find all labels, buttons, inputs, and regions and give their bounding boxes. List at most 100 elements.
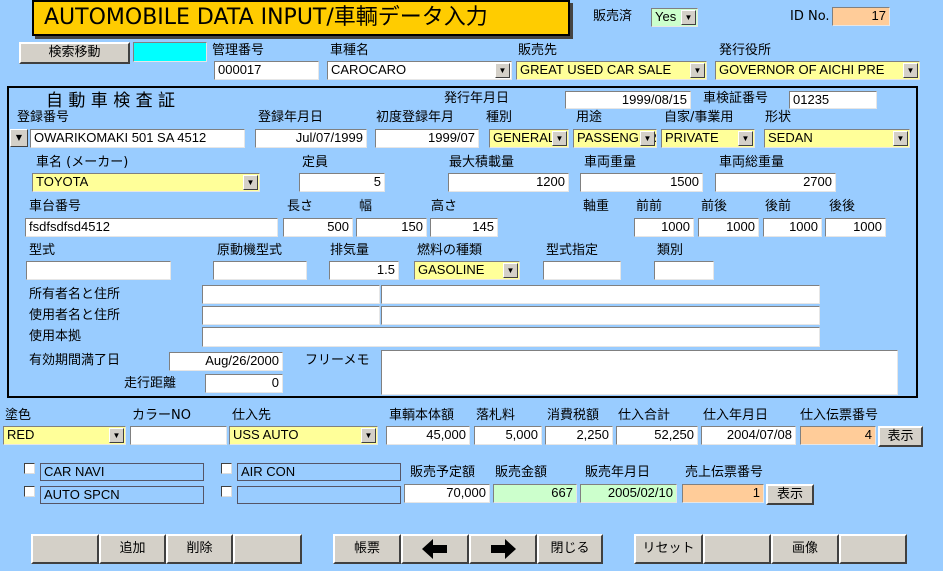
ff-label: 前前 [636,199,663,214]
reg-date-label: 登録年月日 [258,110,324,125]
length-field[interactable]: 500 [283,218,353,237]
category-field[interactable] [654,261,714,280]
kind-select[interactable]: GENERAL ▼ [489,129,569,148]
width-label: 幅 [359,199,373,214]
chevron-down-icon: ▼ [738,131,753,146]
capacity-field[interactable]: 5 [299,173,385,192]
ff-field[interactable]: 1000 [634,218,694,237]
base-field[interactable] [202,327,820,347]
search-input[interactable] [133,42,207,62]
first-reg-field[interactable]: 1999/07 [375,129,479,148]
add-button[interactable]: 追加 [99,534,166,564]
owner-address-field[interactable] [381,285,820,304]
width-field[interactable]: 150 [356,218,427,237]
car-navi-checkbox[interactable] [24,463,35,474]
memo-field[interactable] [381,350,898,395]
previous-button[interactable] [401,534,469,564]
weight-field[interactable]: 1500 [580,173,703,192]
user-name-field[interactable] [202,306,380,325]
memo-label: フリーメモ [305,353,370,368]
fee-field[interactable]: 5,000 [474,426,542,445]
app-title: AUTOMOBILE DATA INPUT/車輌データ入力 [32,0,570,36]
color-select[interactable]: RED ▼ [3,426,126,445]
supplier-label: 仕入先 [232,408,272,423]
height-field[interactable]: 145 [430,218,498,237]
mgmt-field[interactable]: 000017 [214,61,319,80]
body-price-field[interactable]: 45,000 [386,426,470,445]
chevron-down-icon: ▼ [552,131,567,146]
mileage-field[interactable]: 0 [205,374,283,393]
sale-date-field[interactable]: 2005/02/10 [580,484,677,503]
purchase-date-label: 仕入年月日 [703,408,769,423]
auto-spcn-checkbox[interactable] [24,486,35,497]
sale-amount-field[interactable]: 667 [493,484,577,503]
reset-button[interactable]: リセット [634,534,703,564]
sold-select[interactable]: Yes ▼ [651,8,698,27]
option-air-con: AIR CON [237,463,401,481]
chevron-down-icon: ▼ [243,175,258,190]
use-select[interactable]: PASSENGER ▼ [573,129,657,148]
private-select[interactable]: PRIVATE ▼ [661,129,755,148]
fr-field[interactable]: 1000 [698,218,759,237]
reg-dropdown-button[interactable]: ▼ [10,129,28,147]
user-address-field[interactable] [381,306,820,325]
engine-type-field[interactable] [213,261,307,280]
air-con-checkbox[interactable] [221,463,232,474]
first-reg-label: 初度登録年月 [376,110,455,125]
delete-button[interactable]: 削除 [166,534,233,564]
option4-checkbox[interactable] [221,486,232,497]
tax-field[interactable]: 2,250 [545,426,613,445]
shape-label: 形状 [765,110,792,125]
maker-select[interactable]: TOYOTA ▼ [32,173,260,192]
purchase-show-button[interactable]: 表示 [878,426,923,447]
capacity-label: 定員 [302,155,329,170]
reg-no-field[interactable]: OWARIKOMAKI 501 SA 4512 [30,129,245,148]
color-value: RED [7,427,35,442]
sale-show-button[interactable]: 表示 [766,484,814,505]
chevron-down-icon: ▼ [361,428,376,443]
supplier-select[interactable]: USS AUTO ▼ [229,426,378,445]
type-label: 型式 [29,243,56,258]
purchase-date-field[interactable]: 2004/07/08 [701,426,796,445]
sale-amount-label: 販売金額 [495,465,548,480]
reg-date-field[interactable]: Jul/07/1999 [255,129,367,148]
blank-button-2[interactable] [233,534,302,564]
owner-name-field[interactable] [202,285,380,304]
expiry-field[interactable]: Aug/26/2000 [169,352,283,371]
issue-date-field[interactable]: 1999/08/15 [565,91,691,109]
type-designation-label: 型式指定 [546,243,599,258]
chevron-down-icon: ▼ [109,428,124,443]
rf-field[interactable]: 1000 [763,218,822,237]
rr-field[interactable]: 1000 [825,218,886,237]
chassis-field[interactable]: fsdfsdfsd4512 [25,218,278,237]
sold-label: 販売済 [593,9,633,24]
office-select[interactable]: GOVERNOR OF AICHI PRE ▼ [715,61,920,80]
search-move-button[interactable]: 検索移動 [19,42,130,64]
gross-field[interactable]: 2700 [715,173,836,192]
blank-button-3[interactable] [703,534,771,564]
office-label: 発行役所 [719,43,772,58]
color-no-field[interactable] [130,426,227,445]
sale-slip-field[interactable]: 1 [682,484,764,503]
shape-select[interactable]: SEDAN ▼ [764,129,910,148]
chevron-down-icon: ▼ [893,131,908,146]
blank-button-1[interactable] [31,534,99,564]
model-select[interactable]: CAROCARO ▼ [327,61,512,80]
fuel-select[interactable]: GASOLINE ▼ [414,261,520,280]
rr-label: 後後 [829,199,856,214]
purchase-slip-field[interactable]: 4 [800,426,876,445]
blank-button-4[interactable] [839,534,907,564]
close-button[interactable]: 閉じる [537,534,603,564]
fuel-label: 燃料の種類 [417,243,483,258]
type-field[interactable] [26,261,171,280]
total-field[interactable]: 52,250 [616,426,698,445]
displacement-field[interactable]: 1.5 [329,261,399,280]
seller-select[interactable]: GREAT USED CAR SALE ▼ [516,61,707,80]
report-button[interactable]: 帳票 [333,534,401,564]
type-designation-field[interactable] [543,261,621,280]
max-load-field[interactable]: 1200 [448,173,569,192]
next-button[interactable] [469,534,537,564]
cert-no-field[interactable]: 01235 [789,91,877,109]
planned-field[interactable]: 70,000 [404,484,490,503]
image-button[interactable]: 画像 [771,534,839,564]
